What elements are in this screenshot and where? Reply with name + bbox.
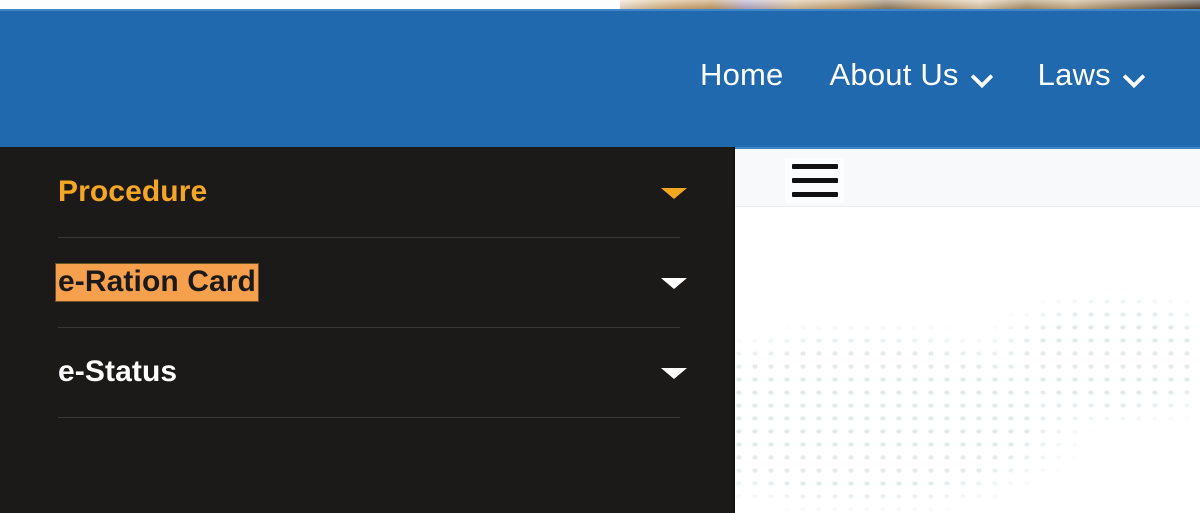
sidebar-item-procedure-label: Procedure [58,175,208,208]
hamburger-bar [791,178,838,183]
caret-down-icon [661,368,687,379]
page-top-strip [0,0,1200,9]
nav-item-about-us[interactable]: About Us [830,59,992,90]
sidebar-item-e-status[interactable]: e-Status [0,327,735,417]
primary-navbar: Home About Us Laws [0,9,1200,147]
chevron-down-icon [972,69,992,81]
chevron-down-icon [1124,69,1144,81]
nav-item-home-label: Home [700,57,784,92]
banner-image-shade [620,0,1200,9]
caret-down-icon [661,278,687,289]
screenshot-root: Home About Us Laws Procedure e-Ration Ca… [0,0,1200,513]
nav-item-laws-label: Laws [1037,57,1111,92]
sidebar: Procedure e-Ration Card e-Status [0,147,735,513]
nav-item-laws[interactable]: Laws [1038,59,1144,90]
hamburger-bar [791,192,838,197]
sidebar-item-procedure[interactable]: Procedure [0,147,735,237]
caret-down-icon [661,188,687,199]
nav-item-home[interactable]: Home [700,59,784,90]
top-strip-left-blank [0,0,620,9]
navbar-menu: Home About Us Laws [700,59,1144,90]
sidebar-item-e-ration-card[interactable]: e-Ration Card [0,237,735,327]
main-content [735,147,1200,513]
sidebar-divider [58,417,680,418]
dotted-world-map-background [735,269,1200,513]
hamburger-bar [791,164,838,169]
sidebar-menu-list: Procedure e-Ration Card e-Status [0,147,735,418]
sidebar-item-e-ration-card-label: e-Ration Card [55,262,259,302]
content-topbar [735,149,1200,207]
nav-item-about-us-label: About Us [829,57,959,92]
sidebar-item-e-status-label: e-Status [58,355,178,388]
hamburger-menu-icon[interactable] [785,158,844,203]
